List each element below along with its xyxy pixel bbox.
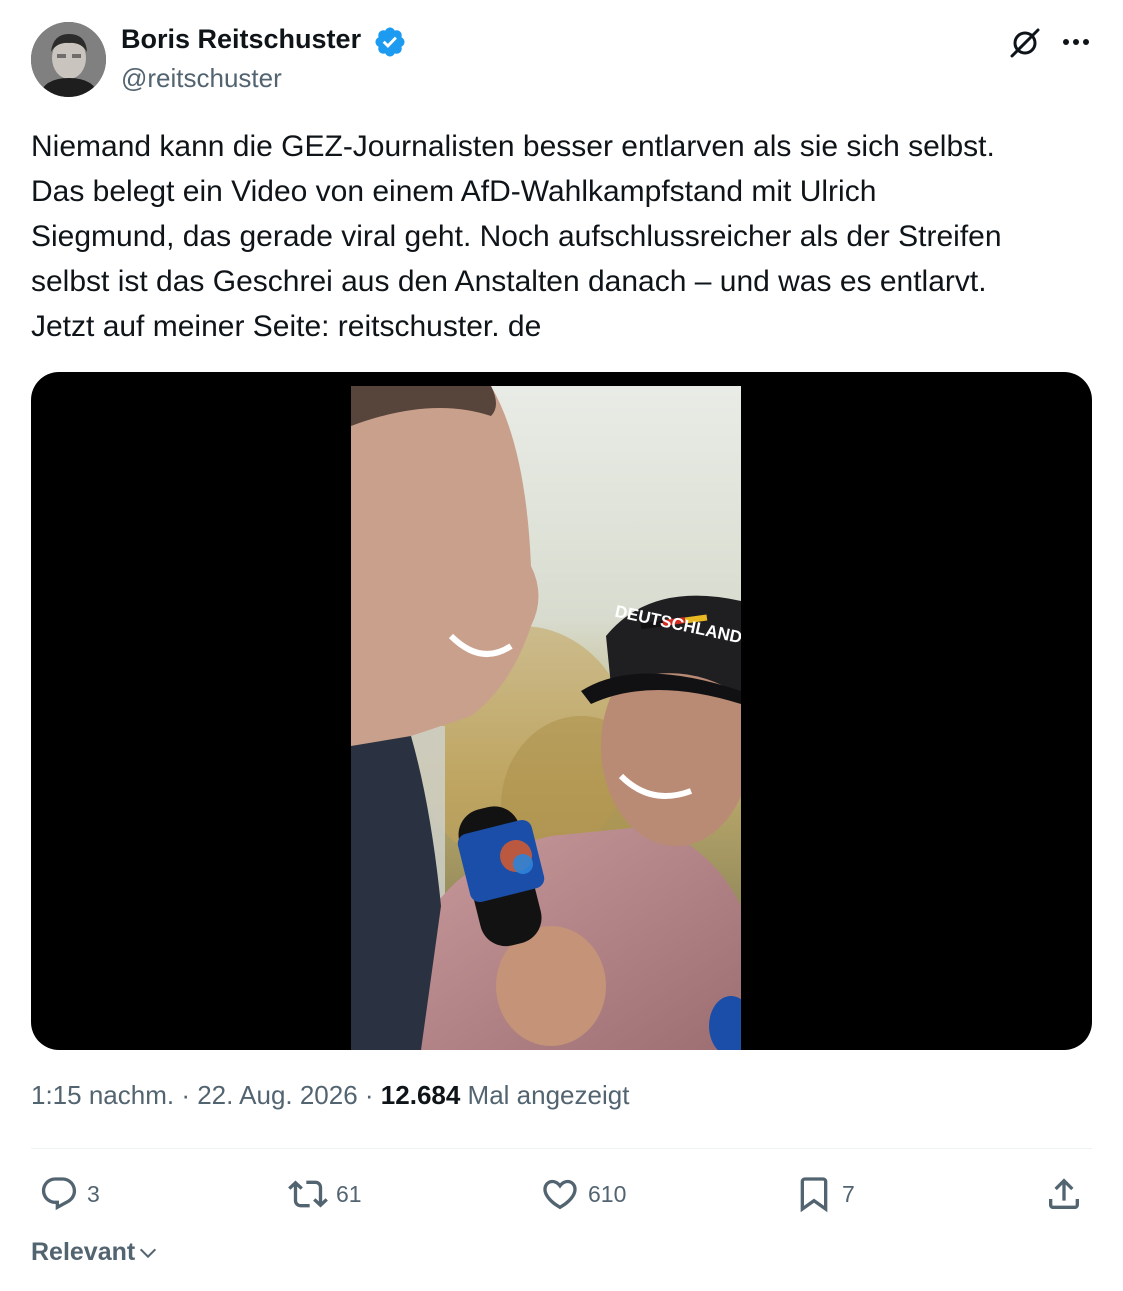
author-name[interactable]: Boris Reitschuster	[121, 24, 361, 55]
author-handle[interactable]: @reitschuster	[121, 63, 282, 94]
reply-icon	[41, 1177, 77, 1211]
video-thumbnail[interactable]: DEUTSCHLAND	[31, 372, 1092, 1050]
avatar[interactable]	[31, 22, 106, 97]
tweet-time[interactable]: 1:15 nachm.	[31, 1080, 174, 1110]
like-count: 610	[588, 1180, 627, 1207]
views-label: Mal angezeigt	[460, 1080, 630, 1110]
bookmark-button[interactable]: 7	[794, 1172, 855, 1216]
grok-icon[interactable]	[1006, 24, 1044, 62]
like-button[interactable]: 610	[540, 1172, 626, 1216]
tweet-date[interactable]: 22. Aug. 2026	[197, 1080, 357, 1110]
bookmark-icon	[800, 1177, 828, 1213]
meta-separator: ·	[174, 1080, 198, 1110]
chevron-down-icon	[140, 1248, 157, 1258]
tweet-text: Niemand kann die GEZ-Journalisten besser…	[31, 130, 1002, 343]
more-icon[interactable]	[1058, 28, 1094, 56]
tweet: Boris Reitschuster @reitschuster Niemand…	[0, 0, 1123, 1291]
sort-label: Relevant	[31, 1238, 136, 1266]
reply-sort-dropdown[interactable]: Relevant	[31, 1238, 159, 1267]
verified-badge-icon	[375, 27, 405, 57]
views-count[interactable]: 12.684	[381, 1080, 461, 1110]
retweet-icon	[288, 1180, 328, 1208]
share-icon	[1049, 1178, 1079, 1209]
heart-icon	[543, 1179, 577, 1210]
reply-count: 3	[87, 1180, 100, 1207]
reply-button[interactable]: 3	[39, 1172, 100, 1216]
meta-separator: ·	[357, 1080, 381, 1110]
divider	[31, 1148, 1092, 1149]
retweet-button[interactable]: 61	[288, 1172, 362, 1216]
retweet-count: 61	[336, 1180, 362, 1207]
bookmark-count: 7	[842, 1180, 855, 1207]
share-button[interactable]	[1044, 1172, 1092, 1216]
video-frame: DEUTSCHLAND	[351, 386, 741, 1050]
tweet-meta: 1:15 nachm. · 22. Aug. 2026 · 12.684 Mal…	[31, 1080, 629, 1111]
